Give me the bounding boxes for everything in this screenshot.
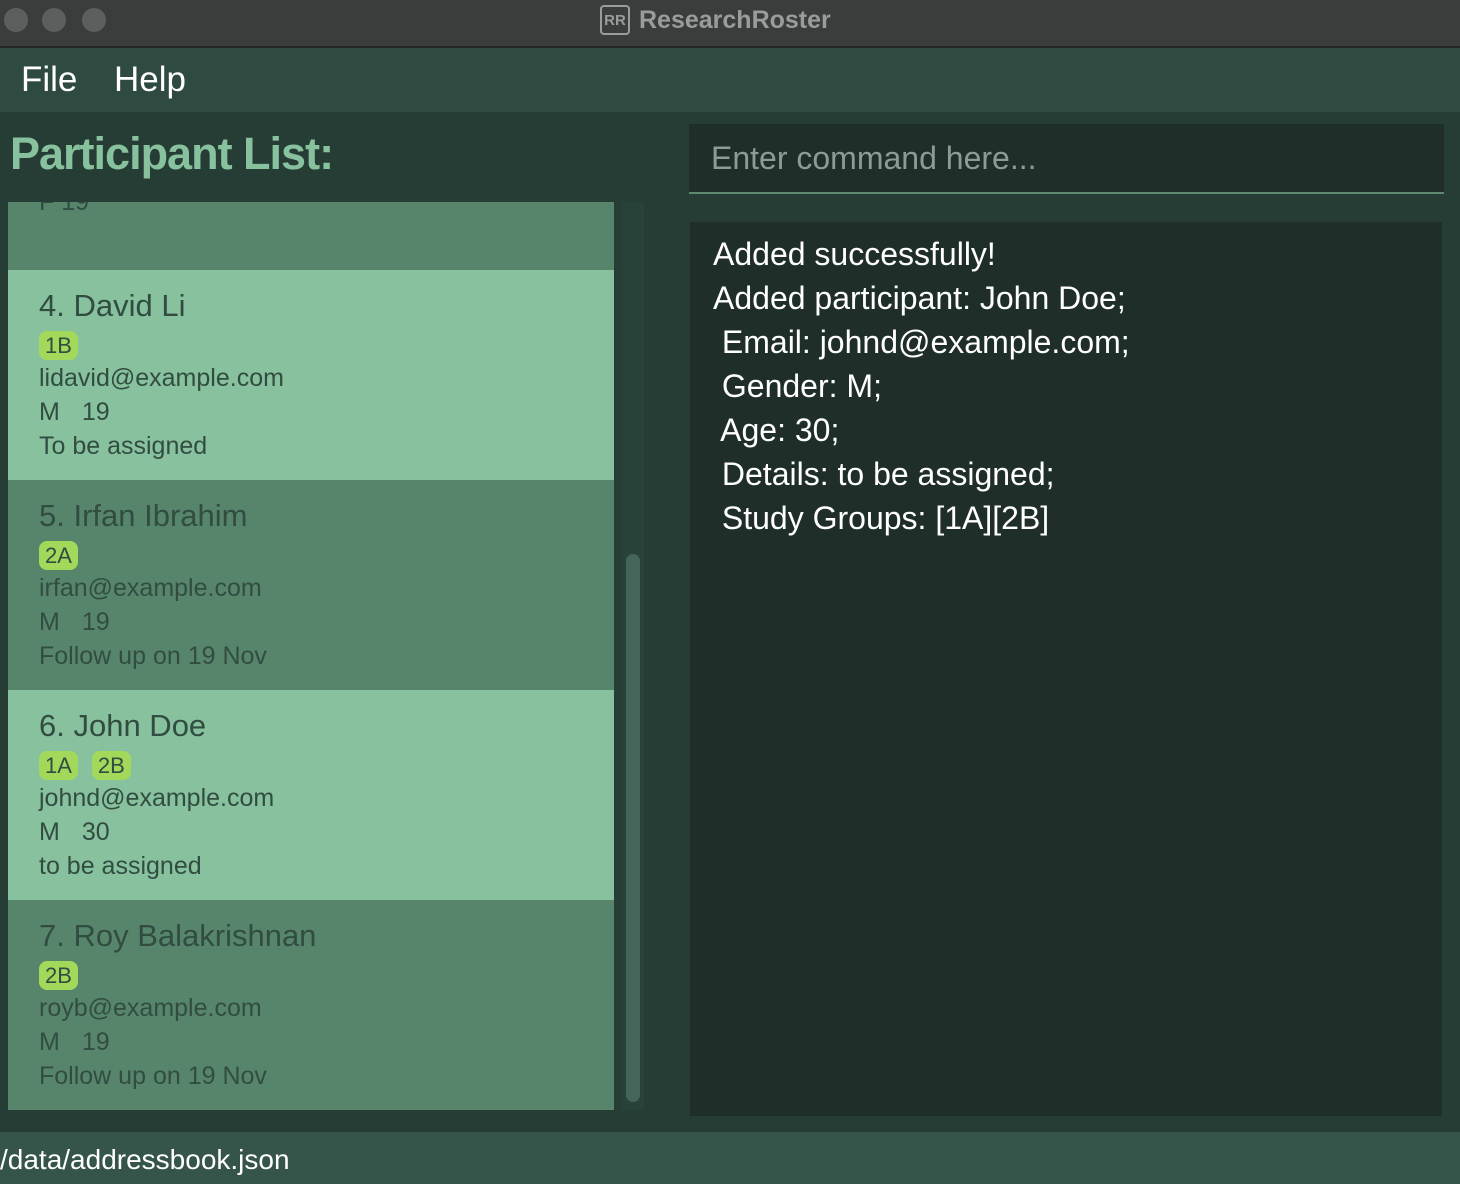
participant-meta: M 19: [39, 1028, 110, 1057]
result-line: Added participant: John Doe;: [713, 280, 1126, 316]
participant-name: 4. David Li: [39, 288, 186, 323]
result-line: Age: 30;: [713, 412, 840, 448]
study-group-tag: 2A: [39, 541, 78, 570]
participant-gender: M: [39, 818, 60, 846]
participant-meta-partial: F 19: [39, 202, 90, 216]
result-line: Gender: M;: [713, 368, 882, 404]
participant-meta: M 19: [39, 398, 110, 427]
list-item[interactable]: 6. John Doe 1A 2B johnd@example.com M 30…: [8, 690, 614, 900]
study-group-tag: 2B: [91, 751, 131, 780]
participant-list[interactable]: F 19 4. David Li 1B lidavid@example.com …: [8, 202, 644, 1110]
list-item[interactable]: 4. David Li 1B lidavid@example.com M 19 …: [8, 270, 614, 480]
result-line: Added successfully!: [713, 236, 996, 272]
window-title-text: ResearchRoster: [639, 5, 831, 34]
participant-email: irfan@example.com: [39, 574, 262, 602]
participant-email: johnd@example.com: [39, 784, 275, 812]
participant-meta: M 19: [39, 608, 110, 637]
study-group-tag: 1B: [39, 331, 78, 360]
participant-gender: M: [39, 1028, 60, 1056]
participant-age: 30: [81, 818, 110, 846]
menu-bar: File Help: [0, 48, 1460, 112]
study-group-tag: 2B: [39, 961, 78, 990]
save-file-path: /data/addressbook.json: [0, 1144, 290, 1175]
status-bar: /data/addressbook.json: [0, 1132, 1460, 1184]
result-line: Email: johnd@example.com;: [713, 324, 1130, 360]
participant-list-title: Participant List:: [10, 128, 334, 179]
menu-help[interactable]: Help: [114, 60, 186, 100]
menu-file[interactable]: File: [21, 60, 77, 100]
participant-details: To be assigned: [39, 432, 208, 460]
participant-age: 19: [81, 1028, 110, 1056]
list-scrollbar-thumb[interactable]: [626, 554, 640, 1102]
result-display[interactable]: Added successfully! Added participant: J…: [690, 222, 1442, 1116]
app-logo-icon: RR: [600, 5, 630, 35]
participant-name: 7. Roy Balakrishnan: [39, 918, 317, 953]
list-scrollbar[interactable]: [622, 202, 644, 1110]
participant-details: Follow up on 19 Nov: [39, 642, 267, 670]
zoom-window-button[interactable]: [82, 8, 106, 32]
list-item[interactable]: 5. Irfan Ibrahim 2A irfan@example.com M …: [8, 480, 614, 690]
command-box: [689, 124, 1444, 194]
list-item[interactable]: 7. Roy Balakrishnan 2B royb@example.com …: [8, 900, 614, 1110]
study-group-tag: 1A: [39, 751, 78, 780]
participant-details: Follow up on 19 Nov: [39, 1062, 267, 1090]
result-line: Details: to be assigned;: [713, 456, 1055, 492]
participant-meta: M 30: [39, 818, 110, 847]
list-item[interactable]: F 19: [8, 202, 614, 270]
close-window-button[interactable]: [4, 8, 28, 32]
minimize-window-button[interactable]: [42, 8, 66, 32]
study-group-tags: 2B: [39, 961, 78, 990]
participant-name: 5. Irfan Ibrahim: [39, 498, 248, 533]
command-input[interactable]: [689, 124, 1444, 192]
participant-email: royb@example.com: [39, 994, 262, 1022]
participant-gender: M: [39, 608, 60, 636]
study-group-tags: 1B: [39, 331, 78, 360]
window-title: RR ResearchRoster: [600, 4, 831, 36]
participant-age: 19: [81, 608, 110, 636]
study-group-tags: 2A: [39, 541, 78, 570]
participant-age: 19: [81, 398, 110, 426]
participant-details: to be assigned: [39, 852, 202, 880]
title-bar: RR ResearchRoster: [0, 0, 1460, 48]
participant-gender: M: [39, 398, 60, 426]
participant-name: 6. John Doe: [39, 708, 207, 743]
study-group-tags: 1A 2B: [39, 751, 131, 780]
participant-email: lidavid@example.com: [39, 364, 284, 392]
result-line: Study Groups: [1A][2B]: [713, 500, 1050, 536]
